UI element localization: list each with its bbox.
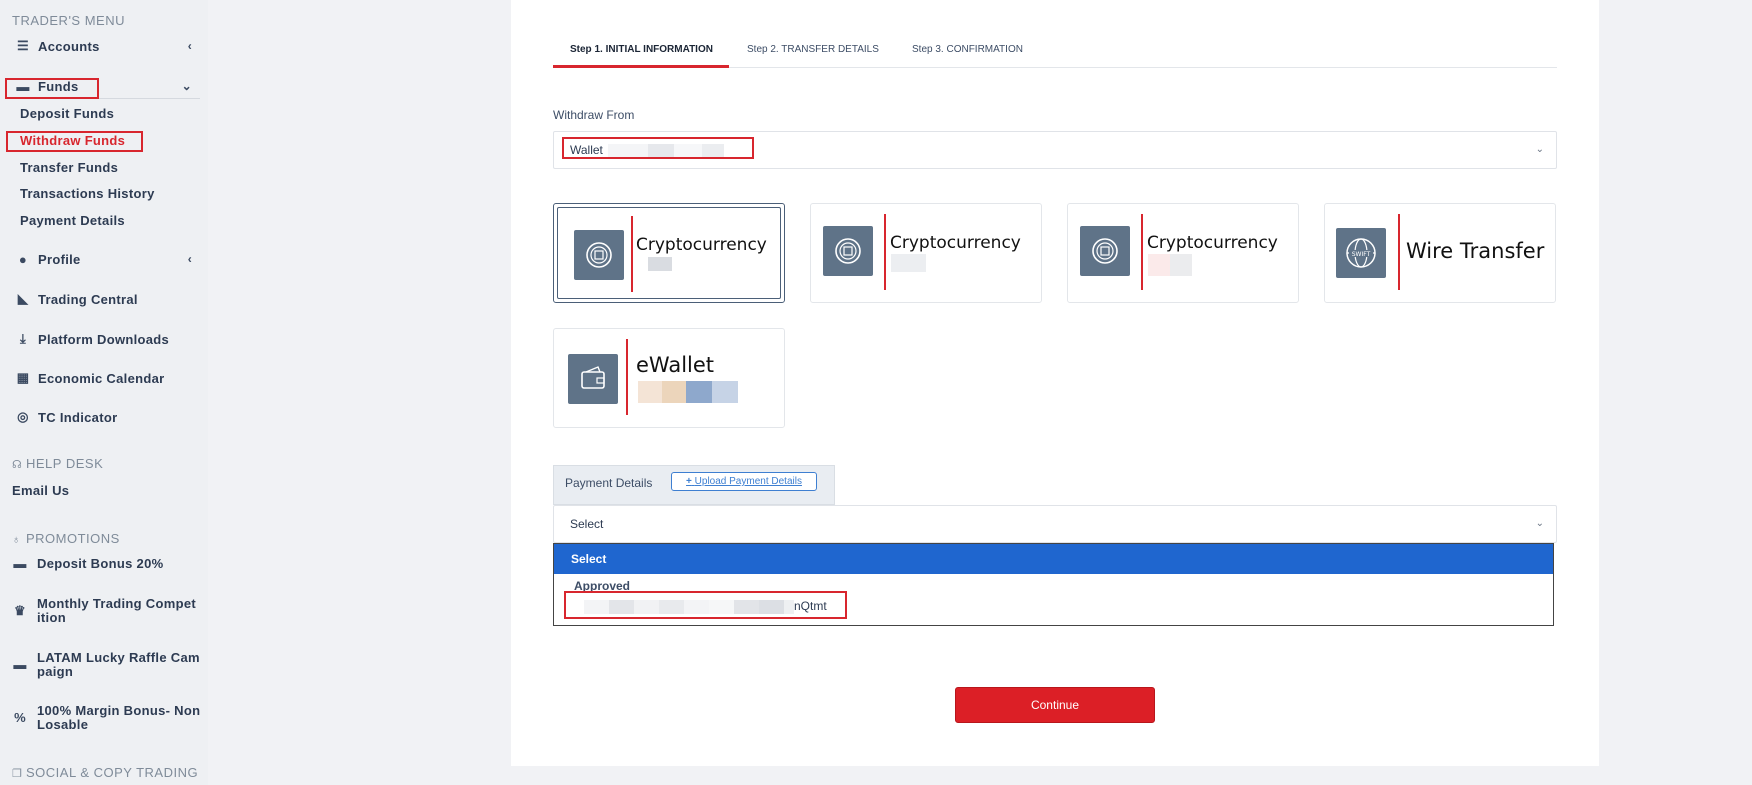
target-icon: ◎ — [17, 409, 29, 424]
calendar-icon: ▦ — [16, 370, 30, 385]
chart-area-icon: ◣ — [17, 291, 29, 306]
dropdown-option-approved-account[interactable]: nQtmt — [584, 599, 827, 614]
sidebar-item-profile[interactable]: ● Profile ‹ — [0, 247, 200, 271]
method-name: Cryptocurrency — [1147, 233, 1278, 253]
sidebar-item-withdraw-funds[interactable]: Withdraw Funds — [20, 133, 125, 148]
promo-label: LATAM Lucky Raffle Cam paign — [37, 650, 200, 679]
dropdown-option-select[interactable]: Select — [554, 544, 1553, 574]
continue-button[interactable]: Continue — [955, 687, 1155, 723]
withdraw-from-label: Withdraw From — [553, 108, 635, 122]
promotions-title: ♁ PROMOTIONS — [12, 531, 120, 546]
sidebar-item-label: Trading Central — [38, 291, 138, 307]
tab-step-2[interactable]: Step 2. TRANSFER DETAILS — [747, 44, 879, 55]
crypto-coins-icon — [1080, 226, 1130, 276]
chevron-down-icon: ⌄ — [1535, 144, 1544, 155]
social-copy-trading-title: ❐ SOCIAL & COPY TRADING — [12, 765, 199, 780]
promo-label: Monthly Trading Compet ition — [37, 596, 196, 625]
promo-label: 100% Margin Bonus- Non Losable — [37, 703, 201, 732]
step-tabs: Step 1. INITIAL INFORMATION Step 2. TRAN… — [553, 38, 1557, 68]
chevron-down-icon: ⌄ — [181, 79, 192, 93]
promo-margin-bonus[interactable]: % 100% Margin Bonus- Non Losable — [0, 703, 205, 733]
sidebar-item-payment-details[interactable]: Payment Details — [20, 213, 125, 228]
method-card-wire-transfer[interactable]: SWIFT Wire Transfer — [1324, 203, 1556, 303]
payment-details-select[interactable]: Select ⌄ — [553, 505, 1557, 543]
promo-monthly-trading-competition[interactable]: ♛ Monthly Trading Compet ition — [0, 596, 205, 626]
method-name: eWallet — [636, 353, 715, 377]
active-tab-indicator — [553, 65, 729, 68]
sidebar-item-tc-indicator[interactable]: ◎ TC Indicator — [0, 405, 200, 429]
chevron-down-icon: ⌄ — [1535, 518, 1544, 529]
crypto-coins-icon — [574, 230, 624, 280]
wallet-icon: ▬ — [13, 657, 27, 672]
method-card-cryptocurrency-2[interactable]: Cryptocurrency — [810, 203, 1042, 303]
download-icon: ⤓ — [19, 331, 27, 346]
sidebar-item-transfer-funds[interactable]: Transfer Funds — [20, 160, 118, 175]
traders-menu-title: TRADER'S MENU — [12, 13, 125, 28]
sidebar: TRADER'S MENU ☰ Accounts ‹ ▬ Funds ⌄ Dep… — [0, 0, 208, 785]
wallet-icon: ▬ — [16, 78, 30, 94]
sidebar-item-economic-calendar[interactable]: ▦ Economic Calendar — [0, 366, 200, 390]
method-name: Wire Transfer — [1406, 239, 1545, 263]
user-icon: ● — [18, 251, 28, 267]
chevron-left-icon: ‹ — [187, 39, 192, 53]
wallet-icon: ▬ — [13, 556, 27, 571]
sidebar-item-label: Accounts — [38, 38, 100, 54]
globe-swift-icon: SWIFT — [1336, 228, 1386, 278]
promo-label: Deposit Bonus 20% — [37, 556, 164, 571]
headset-icon: ☊ — [12, 459, 23, 471]
help-desk-title: ☊ HELP DESK — [12, 456, 104, 471]
promo-latam-lucky-raffle[interactable]: ▬ LATAM Lucky Raffle Cam paign — [0, 650, 205, 680]
payment-details-header: Payment Details + Upload Payment Details — [553, 465, 835, 505]
wallet-icon — [568, 354, 618, 404]
tab-step-1[interactable]: Step 1. INITIAL INFORMATION — [570, 44, 713, 55]
svg-text:SWIFT: SWIFT — [1352, 251, 1371, 258]
plus-icon: + — [686, 476, 692, 487]
method-name: Cryptocurrency — [890, 233, 1021, 253]
payment-details-dropdown: Select Approved nQtmt — [553, 543, 1554, 626]
sidebar-item-accounts[interactable]: ☰ Accounts ‹ — [0, 34, 200, 58]
crypto-coins-icon — [823, 226, 873, 276]
chevron-left-icon: ‹ — [187, 252, 192, 266]
sidebar-item-platform-downloads[interactable]: ⤓ Platform Downloads — [0, 327, 200, 351]
trophy-icon: ♛ — [14, 603, 26, 618]
email-us-link[interactable]: Email Us — [12, 483, 69, 498]
payment-details-select-value: Select — [570, 517, 604, 531]
sidebar-item-funds[interactable]: ▬ Funds ⌄ — [0, 74, 200, 98]
sidebar-item-deposit-funds[interactable]: Deposit Funds — [20, 106, 114, 121]
method-card-cryptocurrency-1[interactable]: Cryptocurrency — [553, 203, 785, 303]
sidebar-item-label: Funds — [38, 78, 79, 94]
tab-step-3[interactable]: Step 3. CONFIRMATION — [912, 44, 1023, 55]
withdraw-panel: Step 1. INITIAL INFORMATION Step 2. TRAN… — [511, 0, 1599, 766]
award-icon: ♁ — [12, 534, 21, 546]
payment-details-label: Payment Details — [565, 476, 653, 490]
method-card-cryptocurrency-3[interactable]: Cryptocurrency — [1067, 203, 1299, 303]
sidebar-item-label: TC Indicator — [38, 409, 118, 425]
copy-icon: ❐ — [12, 768, 23, 780]
sidebar-item-label: Economic Calendar — [38, 370, 165, 386]
promo-deposit-bonus[interactable]: ▬ Deposit Bonus 20% — [0, 557, 205, 571]
withdraw-from-value: Wallet — [570, 144, 725, 158]
sidebar-item-transactions-history[interactable]: Transactions History — [20, 186, 155, 201]
list-icon: ☰ — [17, 38, 29, 53]
upload-payment-details-button[interactable]: + Upload Payment Details — [671, 472, 817, 491]
method-name: Cryptocurrency — [636, 235, 767, 255]
percent-icon: % — [14, 710, 26, 725]
dropdown-group-approved: Approved — [574, 579, 631, 593]
method-card-ewallet[interactable]: eWallet — [553, 328, 785, 428]
sidebar-item-label: Profile — [38, 251, 81, 267]
sidebar-item-trading-central[interactable]: ◣ Trading Central — [0, 287, 200, 311]
withdraw-from-select[interactable]: Wallet ⌄ — [553, 131, 1557, 169]
sidebar-item-label: Platform Downloads — [38, 331, 170, 347]
